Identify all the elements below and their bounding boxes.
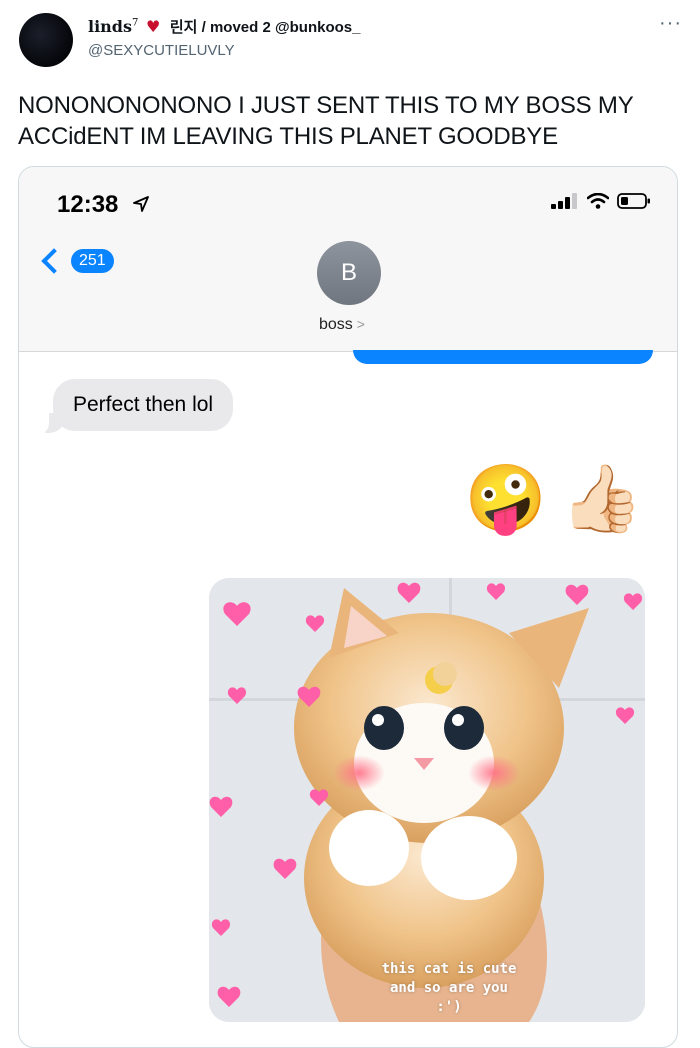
sent-bubble-edge: [353, 350, 653, 364]
unread-count-badge: 251: [71, 249, 114, 273]
zany-face-emoji: 🤪: [464, 461, 547, 535]
contact-name[interactable]: boss >: [319, 316, 365, 334]
display-name-rest: 린지 / moved 2 @bunkoos_: [169, 19, 361, 36]
contact-avatar[interactable]: B: [317, 241, 381, 305]
status-time: 12:38: [57, 191, 119, 218]
chevron-left-icon: [41, 248, 67, 274]
tweet-media[interactable]: 12:38 251 B boss > Perfect then lol 🤪 👍🏻…: [18, 166, 678, 1048]
location-arrow-icon: [133, 196, 149, 212]
image-caption: this cat is cute and so are you :'): [359, 960, 539, 1017]
cat-illustration: [209, 578, 645, 1022]
thumbs-up-emoji: 👍🏻: [560, 461, 643, 535]
back-button[interactable]: 251: [39, 248, 114, 274]
chevron-right-icon: >: [356, 316, 365, 332]
sent-emoji-message: 🤪 👍🏻: [465, 465, 643, 531]
contact-name-label: boss: [319, 316, 353, 333]
name-superscript: 7: [131, 17, 139, 29]
caption-line-1: this cat is cute: [381, 961, 517, 977]
avatar[interactable]: [19, 13, 73, 67]
caption-line-2: and so are you: [389, 980, 508, 996]
battery-icon: [617, 193, 650, 209]
user-handle[interactable]: @SEXYCUTIELUVLY: [88, 42, 235, 59]
display-name-line[interactable]: linds7 ♥ 린지 / moved 2 @bunkoos_: [88, 16, 360, 37]
wifi-icon: [587, 193, 609, 209]
signal-icon: [551, 193, 577, 209]
more-options-icon[interactable]: ···: [659, 12, 682, 35]
received-message-bubble: Perfect then lol: [53, 379, 234, 431]
caption-line-3: :'): [436, 999, 462, 1015]
status-icons: [551, 193, 651, 209]
contact-initial: B: [340, 259, 357, 286]
imessage-header: 12:38 251 B boss >: [19, 167, 677, 352]
sent-cat-image: this cat is cute and so are you :'): [209, 578, 645, 1022]
tweet-text: NONONONONONO I JUST SENT THIS TO MY BOSS…: [18, 92, 634, 150]
display-name[interactable]: linds: [88, 17, 132, 36]
heart-icon: ♥: [145, 17, 161, 36]
